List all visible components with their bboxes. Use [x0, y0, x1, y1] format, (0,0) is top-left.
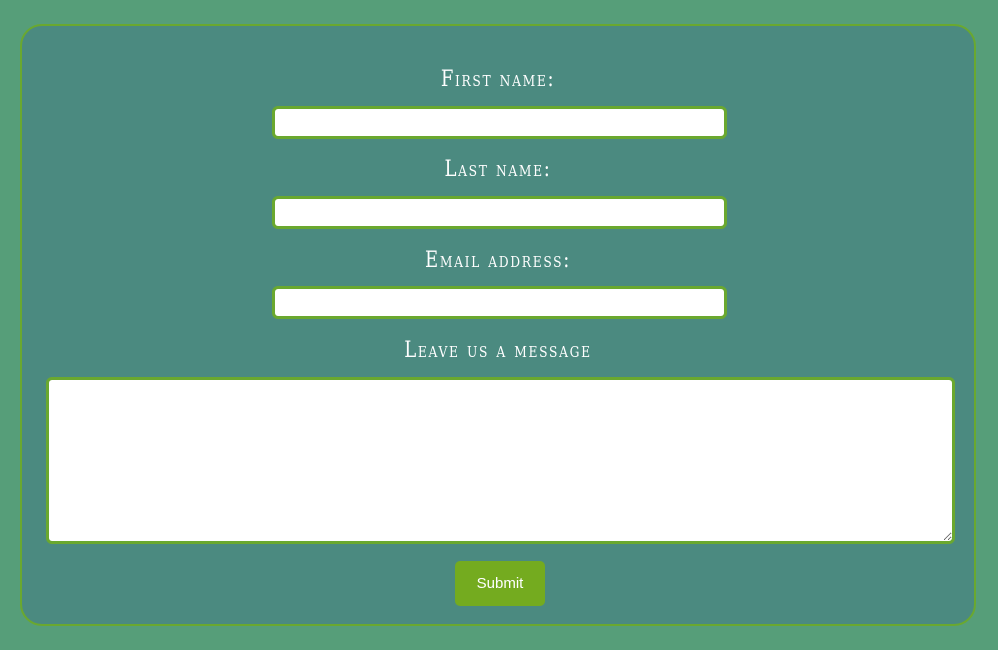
message-textarea[interactable]: [46, 377, 955, 544]
email-label: Email address:: [425, 248, 571, 273]
submit-button[interactable]: Submit: [455, 561, 545, 606]
contact-form-card: First name: Last name: Email address: Le…: [20, 24, 976, 626]
first-name-label: First name:: [440, 67, 556, 92]
last-name-label: Last name:: [444, 157, 552, 182]
first-name-input[interactable]: [272, 106, 727, 139]
last-name-input[interactable]: [272, 196, 727, 229]
message-label: Leave us a message: [404, 338, 592, 363]
email-input[interactable]: [272, 286, 727, 319]
